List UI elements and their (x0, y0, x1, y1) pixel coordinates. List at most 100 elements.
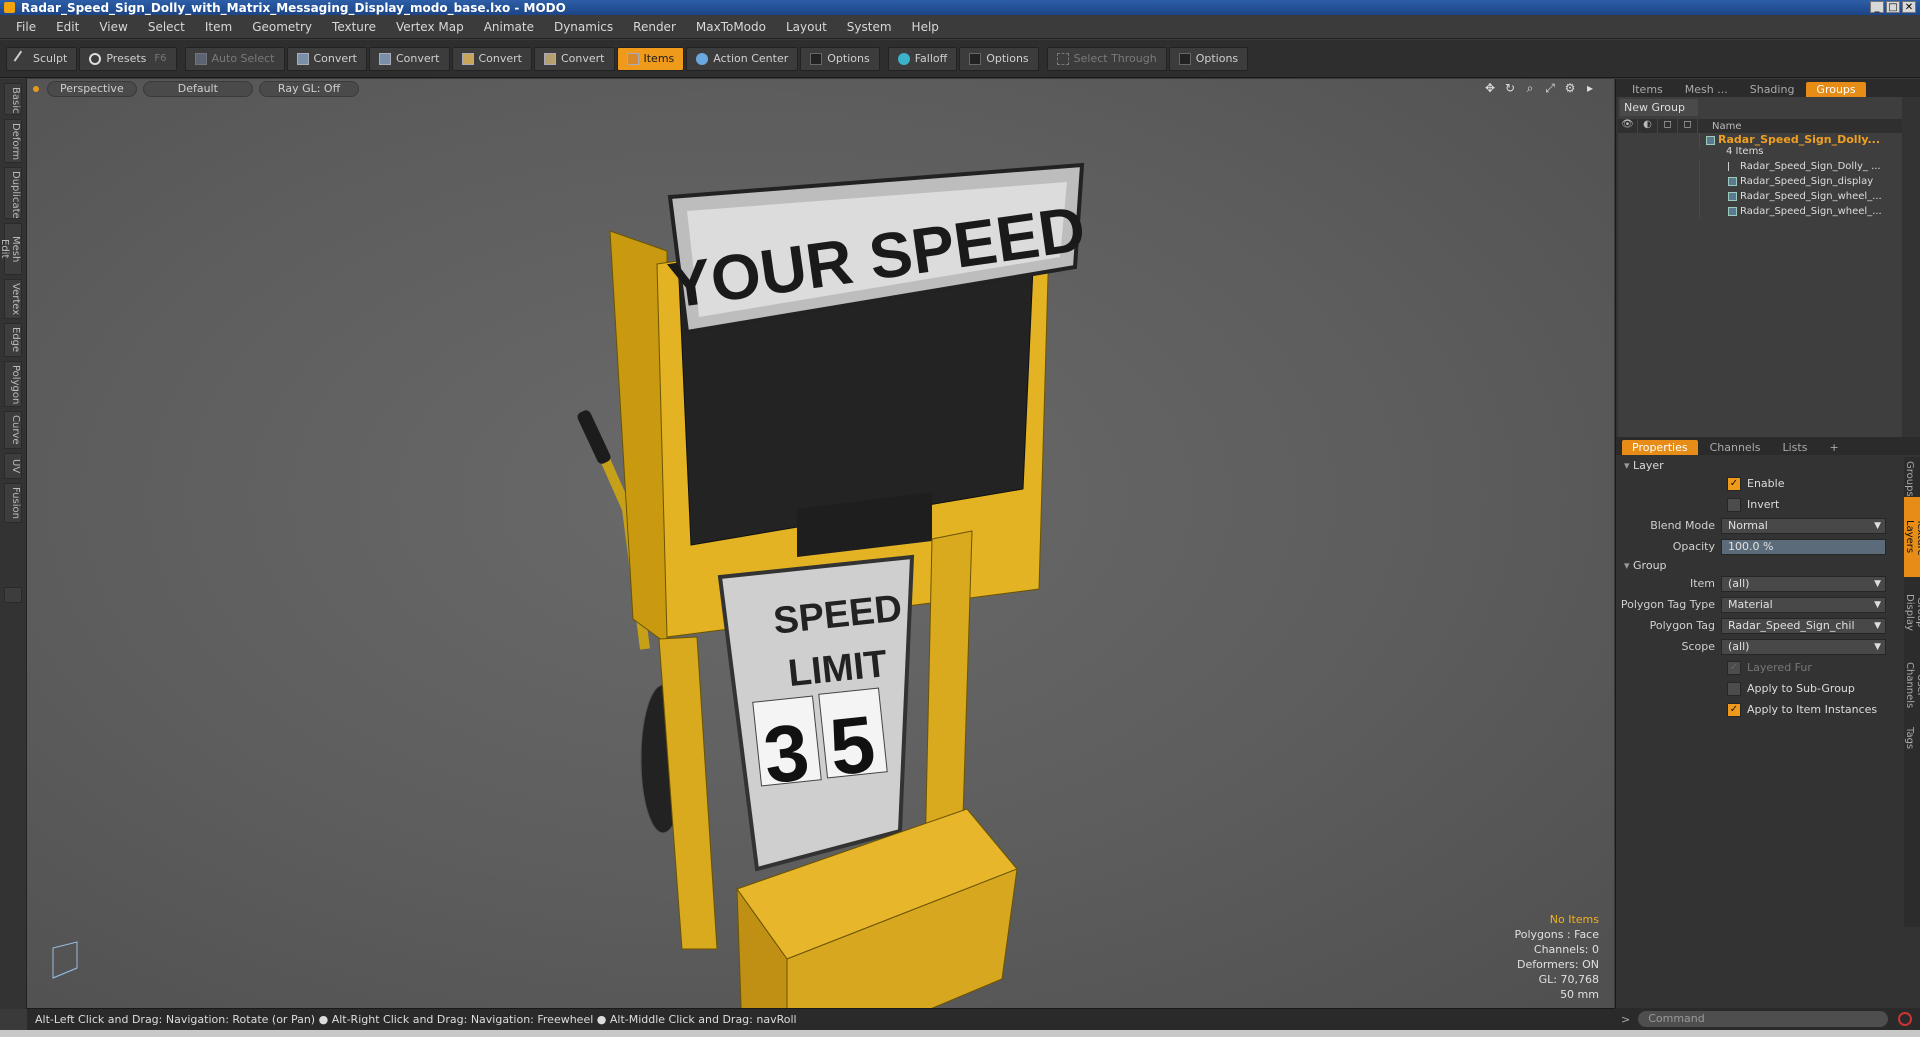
dolly-handle (577, 410, 611, 464)
convert-button-1[interactable]: Convert (286, 46, 367, 71)
tab-edge[interactable]: Edge (4, 323, 22, 357)
minimize-button[interactable]: _ (1870, 1, 1884, 13)
apply-instances-checkbox[interactable]: ✓ (1727, 702, 1741, 717)
viewport-info: No Items Polygons : Face Channels: 0 Def… (1514, 912, 1599, 1002)
opacity-field[interactable]: 100.0 % (1721, 538, 1886, 555)
maximize-button[interactable]: □ (1886, 1, 1900, 13)
tab-polygon[interactable]: Polygon (4, 361, 22, 407)
lock-col-icon[interactable]: ◻ (1658, 119, 1678, 133)
blend-mode-dropdown[interactable]: Normal ▼ (1721, 517, 1886, 534)
enable-checkbox[interactable]: ✓ (1727, 476, 1741, 491)
tab-extra[interactable] (4, 587, 22, 603)
new-group-button[interactable]: New Group (1620, 99, 1698, 116)
dropdown-arrow-icon: ▼ (1874, 520, 1881, 531)
3d-viewport[interactable]: Perspective Default Ray GL: Off ✥ ↻ ⌕ ⤢ … (27, 79, 1614, 1008)
convert-button-4[interactable]: Convert (534, 46, 615, 71)
layered-fur-checkbox[interactable]: ✓ (1727, 660, 1741, 675)
presets-icon (89, 52, 102, 65)
side-tab-texture-layers[interactable]: Texture Layers (1904, 497, 1920, 577)
action-center-options-button[interactable]: Options (800, 46, 880, 71)
apply-sub-group-checkbox[interactable] (1727, 681, 1741, 696)
menu-edit[interactable]: Edit (46, 20, 89, 34)
tab-fusion[interactable]: Fusion (4, 483, 22, 523)
tab-curve[interactable]: Curve (4, 411, 22, 449)
tab-uv[interactable]: UV (4, 453, 22, 479)
action-center-button[interactable]: Action Center (686, 46, 799, 71)
groups-header: 👁 ◐ ◻ ◻ Name (1618, 119, 1902, 133)
polygons-mode-text: Polygons : Face (1514, 928, 1599, 941)
select-through-options-button[interactable]: Options (1168, 46, 1249, 71)
tab-groups[interactable]: Groups (1806, 82, 1866, 97)
tab-duplicate[interactable]: Duplicate (4, 167, 22, 219)
options-icon (969, 52, 982, 65)
group-child-row[interactable]: Radar_Speed_Sign_wheel_... (1618, 189, 1902, 204)
tab-items[interactable]: Items (1622, 82, 1673, 97)
tab-deform[interactable]: Deform (4, 119, 22, 163)
tab-shading[interactable]: Shading (1740, 82, 1805, 97)
tab-vertex[interactable]: Vertex (4, 279, 22, 319)
menu-system[interactable]: System (837, 20, 902, 34)
tab-mesh[interactable]: Mesh ... (1675, 82, 1738, 97)
group-row[interactable]: Radar_Speed_Sign_Dolly... 4 Items (1618, 133, 1902, 159)
menu-file[interactable]: File (6, 20, 46, 34)
menu-view[interactable]: View (89, 20, 137, 34)
render-col-icon[interactable]: ◐ (1638, 119, 1658, 133)
menu-layout[interactable]: Layout (776, 20, 837, 34)
menu-item[interactable]: Item (195, 20, 242, 34)
name-column-header[interactable]: Name (1698, 121, 1742, 132)
menu-maxtomodo[interactable]: MaxToModo (686, 20, 776, 34)
falloff-options-button[interactable]: Options (959, 46, 1039, 71)
items-icon (626, 52, 639, 65)
side-tab-group-display[interactable]: Group Display (1904, 577, 1920, 647)
tab-channels[interactable]: Channels (1700, 440, 1771, 455)
scope-dropdown[interactable]: (all) ▼ (1721, 638, 1886, 655)
side-tab-user-channels[interactable]: User Channels (1904, 647, 1920, 723)
tab-properties[interactable]: Properties (1622, 440, 1698, 455)
status-bar: Alt-Left Click and Drag: Navigation: Rot… (27, 1008, 1615, 1030)
mesh-icon (1728, 176, 1737, 186)
layer-section[interactable]: Layer (1616, 459, 1920, 475)
mesh-icon (1728, 206, 1737, 216)
properties-panel: Layer ✓ Enable Invert Blend Mode Normal▼ O… (1616, 459, 1920, 899)
menu-vertex-map[interactable]: Vertex Map (386, 20, 474, 34)
falloff-button[interactable]: Falloff (887, 46, 958, 71)
menu-geometry[interactable]: Geometry (242, 20, 322, 34)
menu-render[interactable]: Render (623, 20, 686, 34)
polygon-tag-type-dropdown[interactable]: Material ▼ (1721, 596, 1886, 613)
group-child-row[interactable]: Radar_Speed_Sign_display (1618, 174, 1902, 189)
right-panel: Items Mesh ... Shading Groups New Group … (1615, 79, 1920, 1009)
item-dropdown[interactable]: (all) ▼ (1721, 575, 1886, 592)
invert-checkbox[interactable] (1727, 497, 1741, 512)
tab-mesh-edit[interactable]: Mesh Edit (0, 223, 22, 275)
sculpt-button[interactable]: Sculpt (6, 46, 78, 71)
command-history-icon[interactable]: > (1621, 1013, 1630, 1026)
tool-tabs: Basic Deform Duplicate Mesh Edit Vertex … (0, 79, 27, 1009)
options-icon (1178, 52, 1191, 65)
menu-animate[interactable]: Animate (474, 20, 544, 34)
group-section[interactable]: Group (1616, 559, 1920, 575)
presets-button[interactable]: Presets F6 (79, 46, 177, 71)
visibility-col-icon[interactable]: 👁 (1618, 119, 1638, 133)
menu-help[interactable]: Help (902, 20, 949, 34)
convert-button-3[interactable]: Convert (451, 46, 532, 71)
auto-select-button[interactable]: Auto Select (184, 46, 285, 71)
side-tab-tags[interactable]: Tags (1904, 723, 1915, 753)
menu-dynamics[interactable]: Dynamics (544, 20, 623, 34)
tab-lists[interactable]: Lists (1773, 440, 1818, 455)
command-input[interactable]: Command (1638, 1011, 1889, 1027)
polygon-tag-dropdown[interactable]: Radar_Speed_Sign_chil ▼ (1721, 617, 1886, 634)
record-macro-icon[interactable] (1898, 1012, 1913, 1026)
menu-texture[interactable]: Texture (322, 20, 386, 34)
add-tab-button[interactable]: + (1819, 440, 1848, 455)
group-child-row[interactable]: Radar_Speed_Sign_Dolly_ ... (1618, 159, 1902, 174)
select-through-button[interactable]: Select Through (1046, 46, 1167, 71)
menu-select[interactable]: Select (138, 20, 195, 34)
side-tab-groups[interactable]: Groups (1904, 457, 1915, 497)
title-bar: Radar_Speed_Sign_Dolly_with_Matrix_Messa… (0, 0, 1920, 15)
convert-button-2[interactable]: Convert (369, 46, 450, 71)
items-mode-button[interactable]: Items (616, 46, 685, 71)
tab-basic[interactable]: Basic (4, 83, 22, 115)
close-button[interactable]: ✕ (1902, 1, 1916, 13)
select-col-icon[interactable]: ◻ (1678, 119, 1698, 133)
group-child-row[interactable]: Radar_Speed_Sign_wheel_... (1618, 204, 1902, 219)
